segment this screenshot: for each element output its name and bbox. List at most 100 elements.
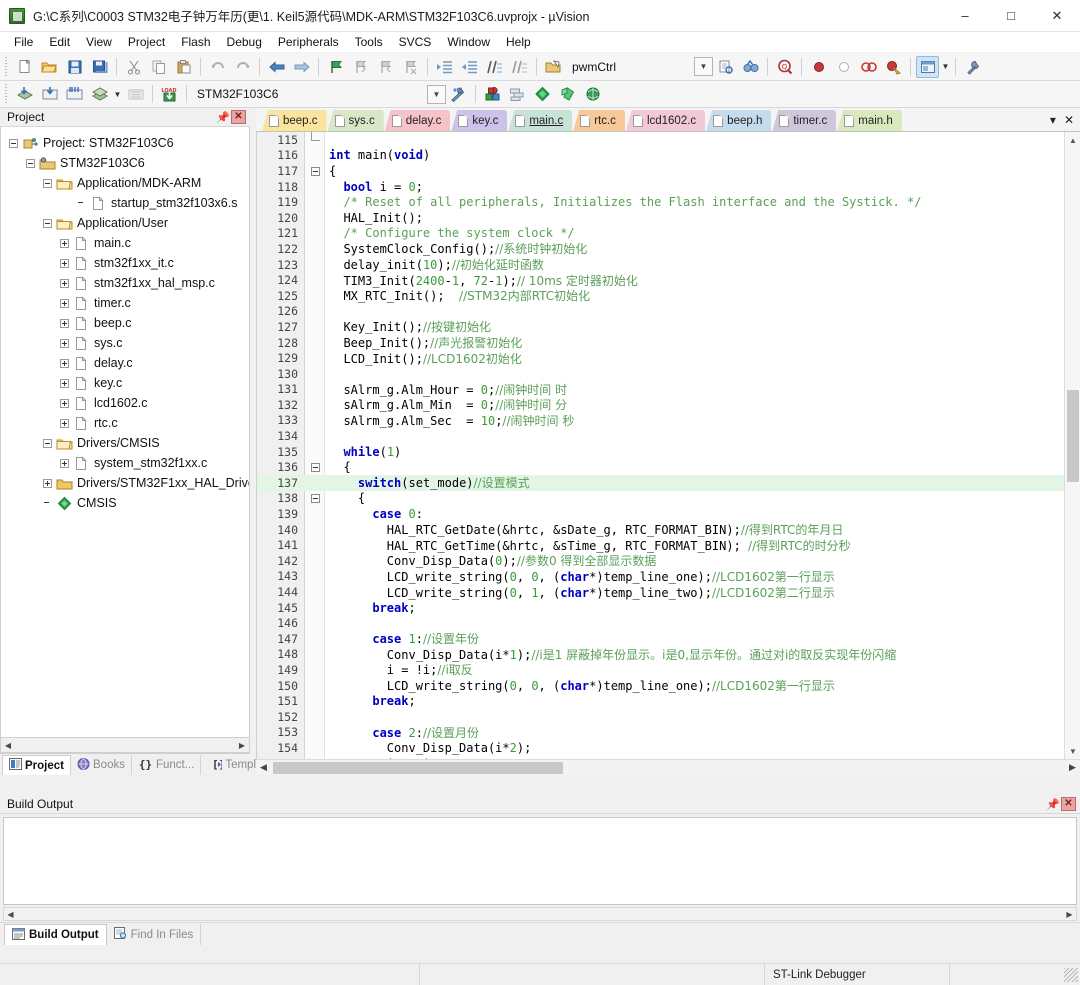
- tree-item[interactable]: beep.c: [1, 313, 249, 333]
- function-selector-dropdown[interactable]: ▼: [694, 57, 713, 76]
- target-selector-value[interactable]: STM32F103C6: [197, 87, 315, 101]
- tree-item[interactable]: Project: STM32F103C6: [1, 133, 249, 153]
- arrow-left-icon[interactable]: ◀: [4, 910, 17, 919]
- resize-grip[interactable]: [1064, 968, 1078, 982]
- menu-item-file[interactable]: File: [6, 33, 41, 51]
- code-line[interactable]: 129 LCD_Init();//LCD1602初始化: [257, 350, 1080, 366]
- editor-tab-main-c[interactable]: main.c: [508, 110, 572, 131]
- paste-icon[interactable]: [172, 56, 195, 78]
- toolbar-grip[interactable]: [3, 84, 10, 104]
- arrow-left-icon[interactable]: ◀: [256, 762, 271, 773]
- sidebar-tab-funct[interactable]: {}Funct...: [132, 755, 201, 775]
- code-line[interactable]: 128 Beep_Init();//声光报警初始化: [257, 335, 1080, 351]
- editor-tab-rtc-c[interactable]: rtc.c: [573, 110, 625, 131]
- code-line[interactable]: 149 i = !i;//i取反: [257, 662, 1080, 678]
- code-line[interactable]: 133 sAlrm_g.Alm_Sec = 10;//闹钟时间 秒: [257, 413, 1080, 429]
- kill-all-breakpoints-icon[interactable]: [857, 56, 880, 78]
- vscrollbar-thumb[interactable]: [1067, 390, 1079, 482]
- tree-item[interactable]: startup_stm32f103x6.s: [1, 193, 249, 213]
- tree-item[interactable]: delay.c: [1, 353, 249, 373]
- outdent-icon[interactable]: [458, 56, 481, 78]
- code-line[interactable]: 150 LCD_write_string(0, 0, (char*)temp_l…: [257, 678, 1080, 694]
- pin-icon[interactable]: 📌: [1045, 796, 1061, 812]
- code-line[interactable]: 127 Key_Init();//按键初始化: [257, 319, 1080, 335]
- menu-item-edit[interactable]: Edit: [41, 33, 78, 51]
- code-line[interactable]: 115: [257, 132, 1080, 148]
- bookmark-next-icon[interactable]: [374, 56, 397, 78]
- code-line[interactable]: 147 case 1://设置年份: [257, 631, 1080, 647]
- tree-item[interactable]: key.c: [1, 373, 249, 393]
- editor-tab-delay-c[interactable]: delay.c: [385, 110, 451, 131]
- menu-item-peripherals[interactable]: Peripherals: [270, 33, 347, 51]
- collapse-icon[interactable]: [9, 139, 18, 148]
- expand-icon[interactable]: [60, 259, 69, 268]
- code-line[interactable]: 124 TIM3_Init(2400-1, 72-1);// 10ms 定时器初…: [257, 272, 1080, 288]
- code-line[interactable]: 151 break;: [257, 693, 1080, 709]
- save-all-icon[interactable]: [88, 56, 111, 78]
- editor-tab-sys-c[interactable]: sys.c: [328, 110, 384, 131]
- tree-item[interactable]: Drivers/STM32F1xx_HAL_Driver: [1, 473, 249, 493]
- manage-windows-icon[interactable]: [916, 56, 939, 78]
- code-line[interactable]: 138 {: [257, 491, 1080, 507]
- code-line[interactable]: 146: [257, 615, 1080, 631]
- code-line[interactable]: 136 {: [257, 459, 1080, 475]
- code-line[interactable]: 153 case 2://设置月份: [257, 725, 1080, 741]
- arrow-down-icon[interactable]: ▼: [1065, 743, 1080, 759]
- code-line[interactable]: 120 HAL_Init();: [257, 210, 1080, 226]
- code-line[interactable]: 145 break;: [257, 600, 1080, 616]
- fold-toggle-icon[interactable]: [305, 460, 325, 474]
- menu-item-flash[interactable]: Flash: [173, 33, 218, 51]
- menu-item-view[interactable]: View: [78, 33, 120, 51]
- tree-item[interactable]: lcd1602.c: [1, 393, 249, 413]
- code-line[interactable]: 130: [257, 366, 1080, 382]
- arrow-right-icon[interactable]: ▶: [1063, 910, 1076, 919]
- collapse-icon[interactable]: [43, 179, 52, 188]
- download-icon[interactable]: LOAD: [158, 83, 181, 105]
- code-line[interactable]: 141 HAL_RTC_GetTime(&hrtc, &sTime_g, RTC…: [257, 537, 1080, 553]
- tree-item[interactable]: main.c: [1, 233, 249, 253]
- manage-windows-dropdown-icon[interactable]: ▼: [940, 56, 951, 78]
- code-line[interactable]: 122 SystemClock_Config();//系统时钟初始化: [257, 241, 1080, 257]
- arrow-right-icon[interactable]: ▶: [235, 741, 249, 750]
- new-file-icon[interactable]: [13, 56, 36, 78]
- fold-toggle-icon[interactable]: [305, 491, 325, 505]
- code-line[interactable]: 119 /* Reset of all peripherals, Initial…: [257, 194, 1080, 210]
- stop-build-icon[interactable]: [124, 83, 147, 105]
- menu-item-debug[interactable]: Debug: [219, 33, 270, 51]
- rebuild-icon[interactable]: [63, 83, 86, 105]
- expand-icon[interactable]: [43, 479, 52, 488]
- comment-icon[interactable]: [483, 56, 506, 78]
- multi-project-icon[interactable]: [506, 83, 529, 105]
- indent-icon[interactable]: [433, 56, 456, 78]
- arrow-up-icon[interactable]: ▲: [1065, 132, 1080, 148]
- bookmark-clear-icon[interactable]: [399, 56, 422, 78]
- code-line[interactable]: 123 delay_init(10);//初始化延时函数: [257, 257, 1080, 273]
- editor-tab-lcd1602-c[interactable]: lcd1602.c: [626, 110, 705, 131]
- disable-breakpoint-icon[interactable]: [832, 56, 855, 78]
- expand-icon[interactable]: [60, 339, 69, 348]
- close-icon[interactable]: ✕: [231, 110, 246, 124]
- editor-tab-beep-h[interactable]: beep.h: [706, 110, 771, 131]
- cut-icon[interactable]: [122, 56, 145, 78]
- target-options-icon[interactable]: [447, 83, 470, 105]
- tree-item[interactable]: system_stm32f1xx.c: [1, 453, 249, 473]
- expand-icon[interactable]: [60, 359, 69, 368]
- code-line[interactable]: 142 Conv_Disp_Data(0);//参数0 得到全部显示数据: [257, 553, 1080, 569]
- sidebar-tab-project[interactable]: Project: [2, 755, 71, 775]
- code-line[interactable]: 116int main(void): [257, 148, 1080, 164]
- expand-icon[interactable]: [60, 399, 69, 408]
- find-in-files-icon[interactable]: [714, 56, 737, 78]
- code-line[interactable]: 125 MX_RTC_Init(); //STM32内部RTC初始化: [257, 288, 1080, 304]
- tree-item[interactable]: Application/MDK-ARM: [1, 173, 249, 193]
- tree-item[interactable]: timer.c: [1, 293, 249, 313]
- editor-vscrollbar[interactable]: ▲ ▼: [1064, 132, 1080, 759]
- manage-environment-icon[interactable]: [581, 83, 604, 105]
- disable-all-breakpoints-icon[interactable]: [882, 56, 905, 78]
- build-icon[interactable]: [38, 83, 61, 105]
- expand-icon[interactable]: [60, 379, 69, 388]
- collapse-icon[interactable]: [26, 159, 35, 168]
- expand-icon[interactable]: [60, 299, 69, 308]
- build-panel-tab-find-in-files[interactable]: Find In Files: [107, 924, 202, 945]
- tree-item[interactable]: sys.c: [1, 333, 249, 353]
- collapse-icon[interactable]: [43, 219, 52, 228]
